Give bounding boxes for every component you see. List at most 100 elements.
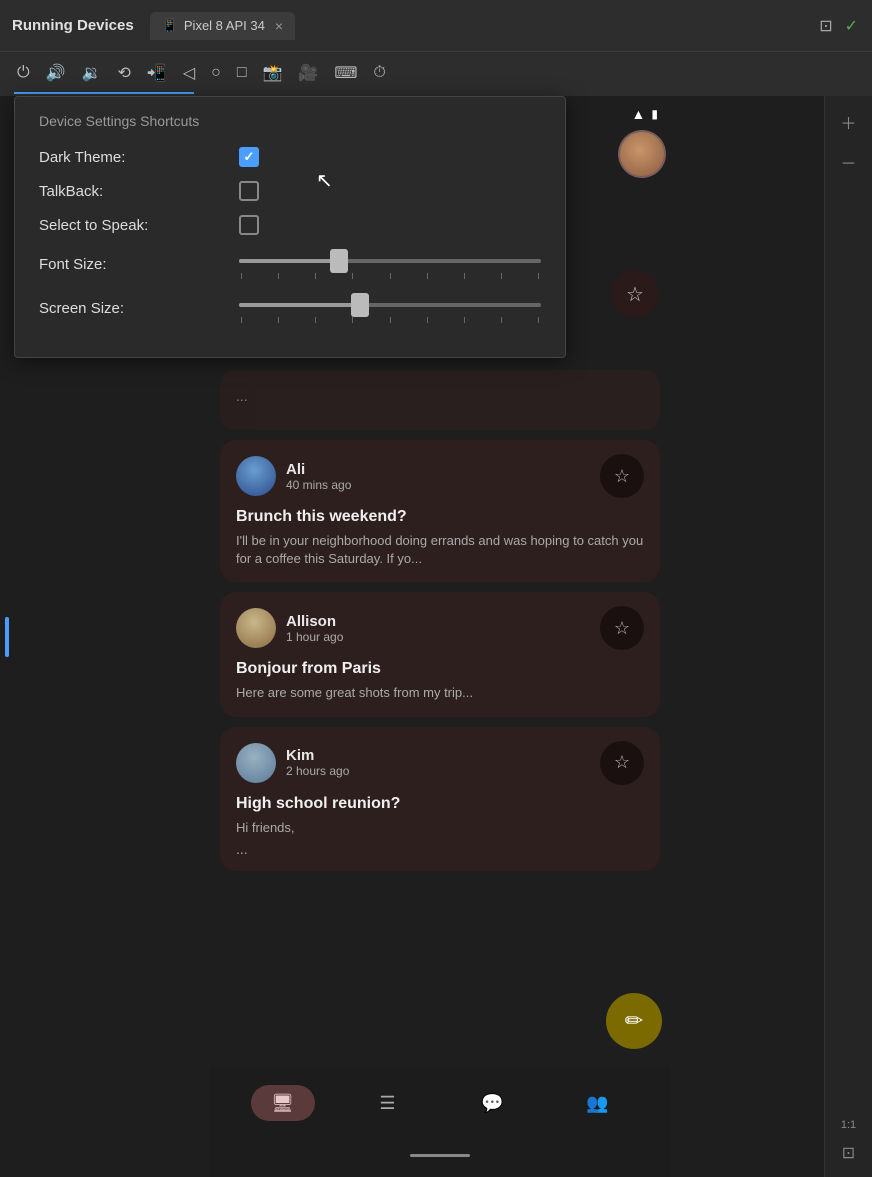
font-size-label: Font Size: — [39, 256, 239, 273]
nav-contacts-icon: 👥 — [566, 1085, 630, 1121]
avatar-top — [618, 130, 666, 178]
avatar-allison — [236, 608, 276, 648]
talkback-checkbox[interactable] — [239, 181, 259, 201]
card-subject-allison: Bonjour from Paris — [236, 660, 644, 678]
screen-size-ticks — [239, 317, 541, 323]
card-name-ali: Ali — [286, 461, 590, 478]
nav-indicator-bar — [410, 1154, 470, 1157]
nav-chat-icon: 💬 — [461, 1085, 525, 1121]
screenshot-icon[interactable]: 📸 — [259, 60, 285, 86]
dark-theme-checkbox[interactable] — [239, 147, 259, 167]
rotate-left-icon[interactable]: ⟲ — [115, 60, 134, 86]
avatar-ali — [236, 456, 276, 496]
talkback-row: TalkBack: — [39, 181, 541, 201]
home-icon[interactable]: ○ — [208, 61, 224, 85]
bottom-nav: 🖥 ☰ 💬 👥 — [210, 1067, 670, 1177]
popup-title: Device Settings Shortcuts — [39, 113, 541, 129]
card-info-kim: Kim 2 hours ago — [286, 747, 590, 778]
dark-theme-label: Dark Theme: — [39, 149, 239, 166]
nav-inbox-icon: 🖥 — [251, 1085, 315, 1121]
nav-item-inbox[interactable]: 🖥 — [251, 1085, 315, 1121]
nav-item-list[interactable]: ☰ — [356, 1085, 420, 1121]
select-to-speak-row: Select to Speak: — [39, 215, 541, 235]
card-preview-kim: Hi friends, — [236, 819, 644, 837]
display-icon[interactable]: ⊡ — [817, 14, 834, 38]
screen-size-row: Screen Size: — [39, 293, 541, 323]
power-icon[interactable]: ⏻ — [14, 61, 33, 85]
left-indicator-bar — [5, 617, 9, 657]
device-tab[interactable]: 📱 Pixel 8 API 34 × — [150, 12, 295, 40]
left-strip — [0, 96, 14, 1177]
screen-size-slider-container — [239, 293, 541, 323]
font-size-slider-track — [239, 259, 541, 263]
card-name-kim: Kim — [286, 747, 590, 764]
fab-compose-button[interactable]: ✏ — [606, 993, 662, 1049]
screen-size-slider-track — [239, 303, 541, 307]
side-screen-button[interactable]: ⊡ — [838, 1139, 859, 1167]
app-title: Running Devices — [12, 17, 134, 34]
avatar-kim — [236, 743, 276, 783]
toolbar: ⏻ 🔊 🔉 ⟲ 📲 ◁ ○ □ 📸 🎥 ⌨ ⏱ — [0, 52, 872, 96]
nav-item-contacts[interactable]: 👥 — [566, 1085, 630, 1121]
recent-icon[interactable]: □ — [234, 61, 250, 85]
partial-ellipsis: ... — [236, 388, 644, 404]
card-info-allison: Allison 1 hour ago — [286, 613, 590, 644]
top-bar-actions: ⊡ ✓ — [817, 14, 860, 38]
card-preview-allison: Here are some great shots from my trip..… — [236, 684, 644, 702]
timer-icon[interactable]: ⏱ — [370, 61, 388, 85]
avatar-face — [620, 132, 664, 176]
tab-label: Pixel 8 API 34 — [184, 18, 265, 33]
keyboard-icon[interactable]: ⌨ — [331, 60, 360, 86]
star-button-ali[interactable]: ☆ — [600, 454, 644, 498]
card-header-ali: Ali 40 mins ago ☆ — [236, 454, 644, 498]
device-settings-popup: Device Settings Shortcuts Dark Theme: Ta… — [14, 96, 566, 358]
email-card-allison[interactable]: Allison 1 hour ago ☆ Bonjour from Paris … — [220, 592, 660, 716]
talkback-label: TalkBack: — [39, 183, 239, 200]
fab-star-top[interactable]: ☆ — [611, 270, 659, 318]
device-shortcuts-icon[interactable]: 📲 — [144, 60, 170, 86]
screen-size-label: Screen Size: — [39, 300, 239, 317]
card-ellipsis-kim: ... — [236, 841, 644, 857]
font-size-row: Font Size: — [39, 249, 541, 279]
select-to-speak-checkbox[interactable] — [239, 215, 259, 235]
nav-item-chat[interactable]: 💬 — [461, 1085, 525, 1121]
tab-close-button[interactable]: × — [275, 18, 283, 34]
record-icon[interactable]: 🎥 — [295, 60, 321, 86]
side-ratio-label: 1:1 — [841, 1119, 856, 1131]
card-header-kim: Kim 2 hours ago ☆ — [236, 741, 644, 785]
nav-bar: 🖥 ☰ 💬 👥 — [210, 1067, 670, 1139]
card-time-kim: 2 hours ago — [286, 764, 590, 778]
card-name-allison: Allison — [286, 613, 590, 630]
nav-list-icon: ☰ — [356, 1085, 420, 1121]
card-preview-ali: I'll be in your neighborhood doing erran… — [236, 532, 644, 568]
side-minus-button[interactable]: － — [836, 146, 860, 178]
star-button-allison[interactable]: ☆ — [600, 606, 644, 650]
star-button-kim[interactable]: ☆ — [600, 741, 644, 785]
font-size-ticks — [239, 273, 541, 279]
run-icon[interactable]: ✓ — [843, 14, 860, 38]
volume-up-icon[interactable]: 🔊 — [43, 60, 69, 86]
battery-icon: ▮ — [651, 107, 658, 121]
select-to-speak-label: Select to Speak: — [39, 217, 239, 234]
card-header-allison: Allison 1 hour ago ☆ — [236, 606, 644, 650]
home-indicator — [210, 1139, 670, 1171]
email-cards-area: ... Ali 40 mins ago ☆ Brunch this weeken… — [210, 370, 670, 1057]
card-info-ali: Ali 40 mins ago — [286, 461, 590, 492]
card-subject-ali: Brunch this weekend? — [236, 508, 644, 526]
email-card-kim[interactable]: Kim 2 hours ago ☆ High school reunion? H… — [220, 727, 660, 871]
email-card-ali[interactable]: Ali 40 mins ago ☆ Brunch this weekend? I… — [220, 440, 660, 582]
back-icon[interactable]: ◁ — [180, 60, 198, 86]
card-time-ali: 40 mins ago — [286, 478, 590, 492]
font-size-slider-container — [239, 249, 541, 279]
dark-theme-row: Dark Theme: — [39, 147, 541, 167]
top-bar: Running Devices 📱 Pixel 8 API 34 × ⊡ ✓ — [0, 0, 872, 52]
side-panel: ＋ － 1:1 ⊡ — [824, 96, 872, 1177]
font-size-slider-thumb[interactable] — [330, 249, 348, 273]
side-plus-button[interactable]: ＋ — [836, 106, 860, 138]
volume-down-icon[interactable]: 🔉 — [79, 60, 105, 86]
card-time-allison: 1 hour ago — [286, 630, 590, 644]
tab-device-icon: 📱 — [162, 18, 178, 34]
wifi-icon: ▲ — [632, 106, 646, 122]
email-card-partial[interactable]: ... — [220, 370, 660, 430]
screen-size-slider-thumb[interactable] — [351, 293, 369, 317]
